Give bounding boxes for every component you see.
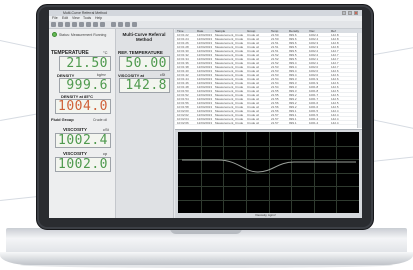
- table-scrollbar[interactable]: [357, 33, 362, 128]
- measurement-panel: Status: Measurement Running TEMPERATURE …: [49, 29, 116, 218]
- graph-x-axis-label: Viscosity, kg/m³: [255, 213, 276, 217]
- table-cell: Crude oil: [247, 121, 260, 125]
- toolbar-button-icon[interactable]: [51, 22, 56, 27]
- graph-trend-line: [182, 159, 356, 173]
- table-cell: 21.57: [271, 121, 279, 125]
- status-indicator-icon: [52, 32, 57, 37]
- close-button[interactable]: [354, 11, 358, 15]
- table-cell: 12/04/2013: [197, 121, 213, 125]
- toolbar-button-icon[interactable]: [93, 22, 98, 27]
- table-cell: 10:02:06: [177, 121, 189, 125]
- viscosity-cp-unit: cp: [103, 151, 108, 156]
- toolbar-button-icon[interactable]: [111, 22, 116, 27]
- toolbar-button-icon[interactable]: [86, 22, 91, 27]
- ref-temperature-display: 50.00: [119, 56, 170, 71]
- toolbar-button-icon[interactable]: [72, 22, 77, 27]
- viscosity-cp-display: 1002.0: [55, 157, 111, 172]
- temperature-unit: °C: [103, 50, 108, 55]
- toolbar: [49, 21, 362, 29]
- viscosity-cst-display: 1002.4: [55, 133, 111, 148]
- viscosity-at-display: 142.8: [119, 78, 170, 93]
- viscosity-at-unit: cSt: [160, 73, 166, 77]
- results-table: Time Date Sample Group Temp Density Visc Ref 10…: [175, 29, 362, 130]
- graph-plot-area: [178, 132, 359, 213]
- referral-method-panel: Multi-Curve Referral Method REF. TEMPERA…: [116, 29, 174, 218]
- fluid-group-label: Fluid Group: [51, 117, 74, 122]
- toolbar-button-icon[interactable]: [79, 22, 84, 27]
- toolbar-button-icon[interactable]: [118, 22, 123, 27]
- toolbar-button-icon[interactable]: [100, 22, 105, 27]
- table-cell: Measurement_Crude: [215, 121, 244, 125]
- graph-curve-svg: [182, 159, 356, 173]
- laptop-screen: Multi-Curve Referral Method File Edit Vi…: [49, 10, 362, 218]
- status-text: Status: Measurement Running: [59, 33, 107, 37]
- ref-temperature-label: REF. TEMPERATURE: [118, 50, 163, 55]
- toolbar-button-icon[interactable]: [58, 22, 63, 27]
- viscosity-cp-label: VISCOSITY: [63, 151, 88, 156]
- density-unit: kg/m³: [97, 73, 106, 77]
- laptop-front-edge: [0, 252, 413, 265]
- temperature-display: 21.50: [59, 56, 111, 71]
- viscosity-cst-unit: cSt: [103, 127, 109, 132]
- toolbar-button-icon[interactable]: [132, 22, 137, 27]
- toolbar-button-icon[interactable]: [125, 22, 130, 27]
- table-cell: 1001.4: [309, 121, 319, 125]
- fluid-group-value[interactable]: Crude oil: [93, 118, 107, 122]
- density-85-display: 1004.0: [55, 99, 111, 114]
- table-cell: 999.1: [289, 121, 297, 125]
- table-row[interactable]: 10:02:06 12/04/2013 Measurement_Crude Crude…: [175, 121, 362, 125]
- table-cell: 142.4: [331, 121, 339, 125]
- trend-graph: Viscosity, kg/m³: [175, 130, 362, 218]
- toolbar-button-icon[interactable]: [65, 22, 70, 27]
- maximize-button[interactable]: [348, 11, 352, 15]
- viscosity-cst-label: VISCOSITY: [63, 127, 88, 132]
- density-display: 999.6: [59, 78, 111, 93]
- method-title: Multi-Curve Referral Method: [122, 32, 166, 42]
- minimize-button[interactable]: [342, 11, 346, 15]
